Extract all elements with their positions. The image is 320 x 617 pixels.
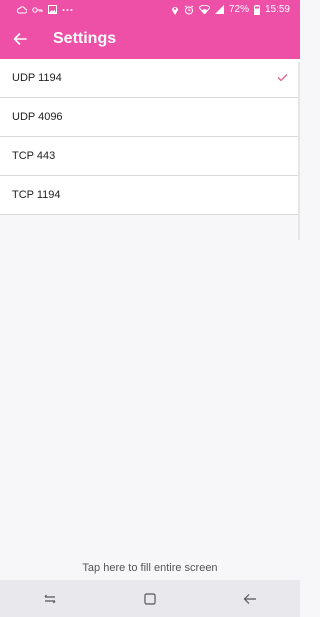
more-dots-icon	[62, 8, 73, 12]
home-icon	[144, 592, 156, 605]
arrow-left-icon	[13, 33, 27, 45]
key-icon	[32, 6, 43, 14]
status-left-icons	[16, 5, 73, 14]
wifi-icon	[198, 5, 210, 14]
back-button[interactable]	[8, 27, 32, 51]
scrollbar[interactable]	[298, 62, 300, 240]
navigation-bar	[0, 580, 300, 617]
signal-icon	[214, 5, 224, 14]
status-right-icons: 72% 15:59	[171, 3, 290, 15]
status-bar: 72% 15:59	[0, 0, 300, 19]
back-icon	[243, 593, 256, 604]
protocol-item-udp-1194[interactable]: UDP 1194	[0, 59, 300, 98]
clock: 15:59	[264, 3, 290, 15]
fill-screen-hint[interactable]: Tap here to fill entire screen	[0, 562, 300, 574]
image-icon	[48, 5, 57, 14]
nav-back-button[interactable]	[230, 584, 270, 614]
home-button[interactable]	[130, 584, 170, 614]
checkmark-icon	[277, 69, 288, 87]
protocol-item-udp-4096[interactable]: UDP 4096	[0, 98, 300, 137]
app-bar: Settings	[0, 19, 300, 59]
protocol-item-tcp-443[interactable]: TCP 443	[0, 137, 300, 176]
battery-percent: 72%	[228, 3, 249, 15]
battery-icon	[253, 4, 260, 15]
protocol-label: TCP 1194	[12, 189, 61, 201]
recent-apps-button[interactable]	[30, 584, 70, 614]
protocol-label: UDP 1194	[12, 72, 62, 84]
protocol-list: UDP 1194 UDP 4096 TCP 443 TCP 1194	[0, 59, 300, 215]
recent-apps-icon	[44, 594, 56, 603]
location-icon	[171, 5, 179, 15]
page-title: Settings	[53, 30, 117, 47]
cloud-icon	[16, 5, 27, 14]
protocol-label: UDP 4096	[12, 111, 63, 123]
protocol-label: TCP 443	[12, 150, 56, 162]
protocol-item-tcp-1194[interactable]: TCP 1194	[0, 176, 300, 215]
alarm-icon	[184, 4, 194, 15]
screen: 72% 15:59 Settings UDP 1194 UDP 4096 TCP…	[0, 0, 300, 617]
